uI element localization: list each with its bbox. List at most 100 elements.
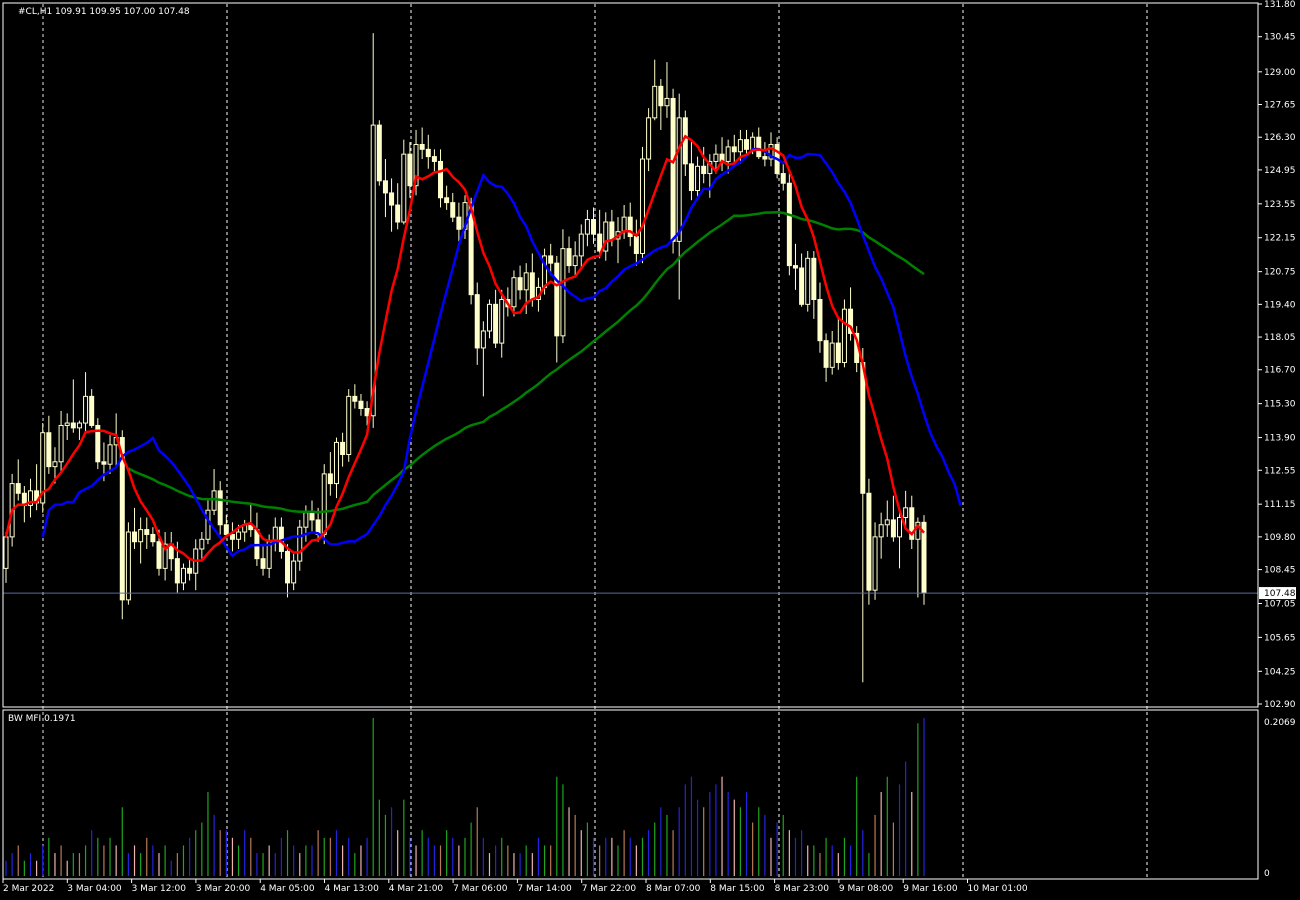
candle-body: [548, 255, 554, 264]
price-tick-label: 118.05: [1264, 333, 1296, 343]
price-tick-label: 105.65: [1264, 633, 1296, 643]
candle-body: [291, 560, 297, 584]
candle-body: [529, 272, 535, 301]
indicator-max-label: 0.2069: [1264, 718, 1296, 728]
candle-body: [364, 407, 370, 417]
price-tick-label: 120.75: [1264, 268, 1296, 278]
current-price-label: 107.48: [1264, 589, 1296, 599]
candle-body: [744, 139, 750, 150]
time-tick-label: 7 Mar 22:00: [582, 884, 637, 894]
time-tick-label: 3 Mar 12:00: [132, 884, 187, 894]
price-tick-label: 131.80: [1264, 0, 1296, 10]
candle-body: [639, 158, 645, 254]
candle-body: [76, 422, 82, 429]
candle-body: [480, 330, 486, 349]
indicator-zero-label: 0: [1264, 869, 1270, 879]
candle-body: [701, 165, 707, 175]
candle-body: [486, 303, 492, 332]
trading-chart[interactable]: 131.80 130.45 129.00 127.65 126.30 124.95 123.…: [0, 0, 1300, 900]
time-tick-label: 9 Mar 08:00: [839, 884, 894, 894]
candle-body: [737, 139, 743, 153]
candle-body: [652, 85, 658, 119]
time-tick-label: 10 Mar 01:00: [968, 884, 1028, 894]
candle-body: [205, 509, 211, 540]
candle-body: [15, 483, 21, 494]
candle-body: [756, 136, 762, 158]
candle-body: [866, 492, 872, 591]
candle-body: [64, 422, 70, 426]
candle-body: [52, 461, 58, 468]
candle-body: [132, 531, 138, 543]
candle-body: [389, 192, 395, 206]
candle-body: [835, 342, 841, 363]
candle-body: [517, 277, 523, 291]
candle-body: [560, 248, 566, 337]
candle-body: [597, 233, 603, 252]
price-tick-label: 104.25: [1264, 667, 1296, 677]
candle-body: [125, 531, 131, 601]
price-tick-label: 119.40: [1264, 300, 1296, 310]
candle-body: [658, 85, 664, 107]
candle-body: [450, 202, 456, 218]
candle-body: [511, 277, 517, 308]
candle-body: [70, 422, 76, 429]
candle-body: [499, 299, 505, 344]
candle-body: [841, 308, 847, 363]
price-tick-label: 112.55: [1264, 466, 1296, 476]
candle-body: [731, 146, 737, 153]
price-tick-label: 123.55: [1264, 200, 1296, 210]
candle-body: [823, 340, 829, 368]
time-tick-label: 4 Mar 13:00: [325, 884, 380, 894]
candle-body: [792, 265, 798, 269]
candle-body: [688, 163, 694, 192]
price-tick-label: 107.05: [1264, 599, 1296, 609]
candle-body: [621, 216, 627, 233]
candle-body: [419, 143, 425, 150]
candle-body: [303, 512, 309, 528]
time-tick-label: 3 Mar 20:00: [196, 884, 251, 894]
candle-body: [260, 558, 266, 569]
candle-body: [780, 173, 786, 184]
time-tick-label: 8 Mar 23:00: [775, 884, 830, 894]
candle-body: [884, 519, 890, 526]
candle-body: [676, 117, 682, 242]
candle-body: [58, 424, 64, 463]
candle-body: [346, 395, 352, 456]
price-tick-label: 113.90: [1264, 434, 1296, 444]
price-tick-label: 122.15: [1264, 234, 1296, 244]
candle-body: [572, 255, 578, 267]
candle-body: [799, 267, 805, 305]
price-tick-label: 124.95: [1264, 166, 1296, 176]
candle-body: [333, 441, 339, 485]
candle-body: [156, 541, 162, 569]
price-tick-label: 108.45: [1264, 566, 1296, 576]
candle-body: [180, 567, 186, 584]
candle-body: [609, 221, 615, 240]
candle-body: [358, 400, 364, 409]
symbol-info-label: #CL,H1 109.91 109.95 107.00 107.48: [18, 7, 190, 17]
candle-body: [297, 526, 303, 562]
time-tick-label: 8 Mar 07:00: [646, 884, 701, 894]
candle-body: [805, 257, 811, 305]
candle-body: [107, 444, 113, 465]
candle-body: [376, 124, 382, 182]
candle-body: [829, 342, 835, 368]
price-tick-label: 116.70: [1264, 366, 1296, 376]
candle-body: [211, 490, 217, 511]
candle-body: [321, 473, 327, 535]
candle-body: [229, 533, 235, 540]
candle-body: [83, 395, 89, 424]
candle-body: [395, 204, 401, 223]
candle-body: [713, 153, 719, 162]
time-tick-label: 7 Mar 06:00: [453, 884, 508, 894]
candle-body: [199, 538, 205, 550]
candle-body: [174, 558, 180, 584]
candle-body: [811, 257, 817, 301]
candle-body: [584, 219, 590, 235]
candle-body: [646, 117, 652, 160]
candle-body: [3, 536, 9, 569]
candle-body: [382, 180, 388, 194]
candle-body: [217, 490, 223, 526]
price-tick-label: 127.65: [1264, 101, 1296, 111]
candle-body: [309, 512, 315, 521]
